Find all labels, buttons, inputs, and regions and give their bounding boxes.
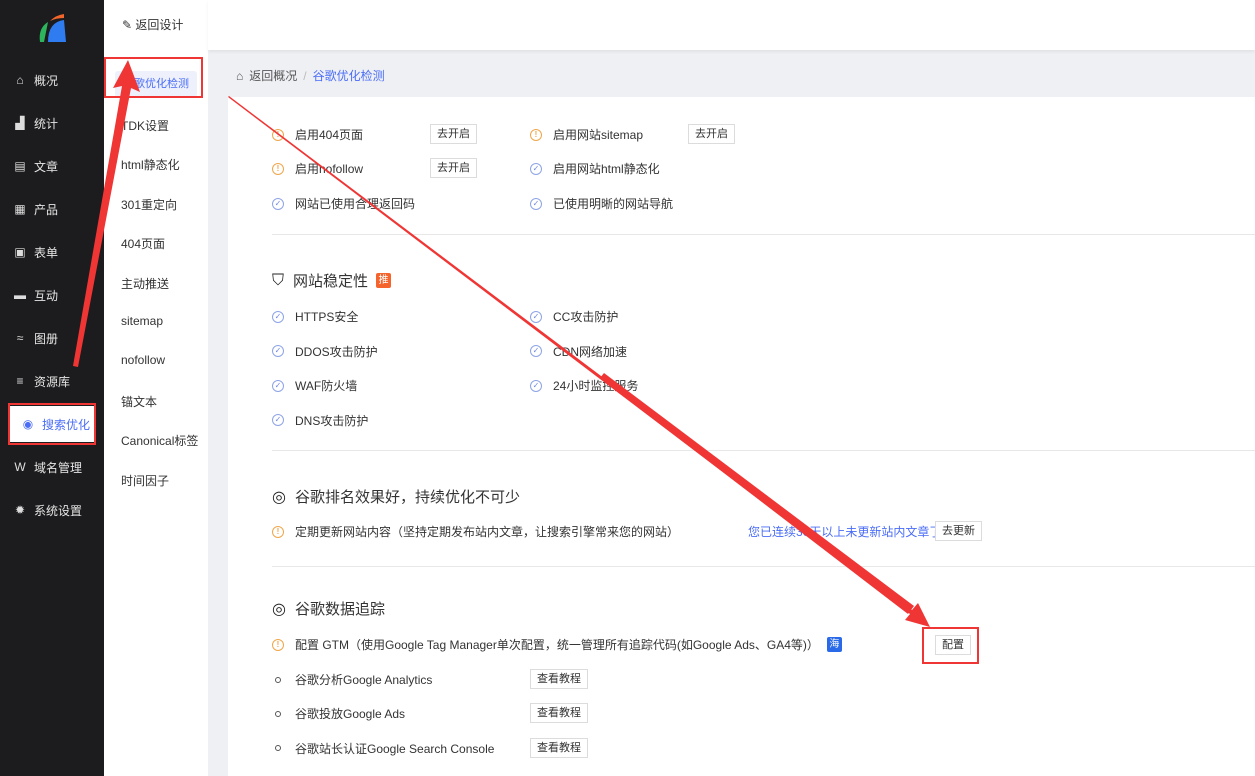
home-icon: ⌂	[236, 68, 244, 83]
check-circle-icon: ✓	[272, 197, 284, 210]
breadcrumb-current: 谷歌优化检测	[312, 69, 385, 83]
check-circle-icon: ✓	[272, 345, 284, 357]
annotation-box	[8, 403, 96, 445]
home-icon: ⌂	[16, 73, 24, 87]
check-item: ✓ DNS攻击防护	[272, 412, 368, 429]
target-icon: ◎	[272, 600, 286, 618]
subnav-item[interactable]: nofollow	[121, 353, 165, 367]
check-circle-icon: ✓	[530, 197, 542, 210]
breadcrumb: ⌂ 返回概况 / 谷歌优化检测	[236, 67, 385, 84]
subnav-item[interactable]: 锚文本	[121, 393, 157, 410]
compass-icon: ◎	[272, 488, 286, 506]
check-circle-icon: ✓	[530, 345, 542, 357]
gtm-item: ! 配置 GTM（使用Google Tag Manager单次配置，统一管理所有追…	[272, 636, 842, 653]
enable-button[interactable]: 去开启	[430, 158, 477, 178]
tracking-item: 谷歌站长认证Google Search Console	[272, 740, 494, 757]
check-item: ✓ 24小时监控服务	[530, 377, 638, 394]
warning-circle-icon: !	[272, 525, 284, 538]
section-ranking-title: ◎ 谷歌排名效果好，持续优化不可少	[272, 488, 520, 507]
warning-circle-icon: !	[272, 162, 284, 175]
subnav-item[interactable]: sitemap	[121, 314, 163, 328]
check-circle-icon: ✓	[530, 379, 542, 392]
check-item: ! 启用网站sitemap	[530, 126, 643, 143]
top-bar	[208, 0, 1255, 50]
check-item: ✓ 网站已使用合理返回码	[272, 195, 415, 212]
subnav-item[interactable]: 主动推送	[121, 275, 169, 292]
bullet-icon	[275, 676, 281, 683]
check-circle-icon: ✓	[530, 310, 542, 323]
check-item: ! 启用404页面	[272, 126, 363, 143]
check-item: ✓ DDOS攻击防护	[272, 343, 378, 360]
view-tutorial-button[interactable]: 查看教程	[530, 737, 588, 758]
logo	[39, 14, 66, 42]
shield-icon: ⛉	[272, 271, 285, 289]
subnav-item[interactable]: 404页面	[121, 235, 165, 252]
form-icon: ▣	[14, 245, 26, 259]
bullet-icon	[275, 745, 281, 752]
database-icon: ≡	[16, 374, 24, 388]
check-item: ✓ HTTPS安全	[272, 308, 358, 325]
check-item: ! 启用nofollow	[272, 160, 363, 177]
gallery-icon: ≈	[16, 331, 24, 345]
article-icon: ▤	[14, 159, 26, 173]
view-tutorial-button[interactable]: 查看教程	[530, 703, 588, 724]
tracking-item: 谷歌投放Google Ads	[272, 705, 405, 722]
subnav-item[interactable]: 301重定向	[121, 196, 177, 213]
edit-icon: ✎	[122, 18, 136, 32]
sidebar-item-0[interactable]: ⌂ 概况	[0, 62, 104, 98]
sidebar-item-6[interactable]: ≈ 图册	[0, 320, 104, 356]
check-circle-icon: ✓	[272, 379, 284, 392]
warning-circle-icon: !	[272, 128, 284, 141]
grid-icon: ▦	[14, 202, 26, 216]
chart-icon: ▟	[15, 116, 25, 130]
sidebar-item-10[interactable]: ✹ 系统设置	[0, 492, 104, 528]
sidebar-item-9[interactable]: W 域名管理	[0, 449, 104, 485]
section-tracking-title: ◎ 谷歌数据追踪	[272, 600, 385, 619]
gear-icon: ✹	[14, 503, 26, 517]
annotation-box	[922, 627, 979, 664]
check-item: ✓ 已使用明晰的网站导航	[530, 195, 673, 212]
breadcrumb-back[interactable]: 返回概况	[249, 67, 297, 84]
update-notice[interactable]: 您已连续30天以上未更新站内文章了	[748, 523, 941, 540]
sidebar-item-4[interactable]: ▣ 表单	[0, 234, 104, 270]
subnav-item[interactable]: TDK设置	[121, 117, 169, 134]
warning-circle-icon: !	[272, 638, 284, 651]
subnav-item[interactable]: Canonical标签	[121, 432, 198, 449]
check-item: ✓ WAF防火墙	[272, 377, 357, 394]
subnav-item[interactable]: html静态化	[121, 156, 180, 173]
bullet-icon	[275, 710, 281, 717]
check-item: ✓ CDN网络加速	[530, 343, 627, 360]
sidebar-item-3[interactable]: ▦ 产品	[0, 191, 104, 227]
enable-button[interactable]: 去开启	[688, 124, 735, 144]
warning-circle-icon: !	[530, 128, 542, 141]
check-circle-icon: ✓	[272, 310, 284, 323]
chat-icon: ▬	[14, 288, 26, 302]
check-circle-icon: ✓	[272, 414, 284, 426]
update-button[interactable]: 去更新	[935, 521, 982, 541]
sidebar-item-5[interactable]: ▬ 互动	[0, 277, 104, 313]
sidebar-item-1[interactable]: ▟ 统计	[0, 105, 104, 141]
subnav-item[interactable]: 时间因子	[121, 472, 169, 489]
check-circle-icon: ✓	[530, 162, 542, 175]
annotation-box	[104, 57, 203, 98]
back-to-design-link[interactable]: ✎ 返回设计	[122, 16, 183, 33]
sidebar-item-7[interactable]: ≡ 资源库	[0, 363, 104, 399]
sidebar-item-2[interactable]: ▤ 文章	[0, 148, 104, 184]
view-tutorial-button[interactable]: 查看教程	[530, 669, 588, 689]
domain-icon: W	[14, 460, 26, 474]
check-item: ! 定期更新网站内容（坚持定期发布站内文章，让搜索引擎常来您的网站）	[272, 523, 679, 540]
enable-button[interactable]: 去开启	[430, 124, 477, 144]
section-stability-title: ⛉ 网站稳定性推	[272, 270, 392, 291]
check-item: ✓ CC攻击防护	[530, 308, 618, 325]
tracking-item: 谷歌分析Google Analytics	[272, 671, 432, 688]
check-item: ✓ 启用网站html静态化	[530, 160, 660, 177]
